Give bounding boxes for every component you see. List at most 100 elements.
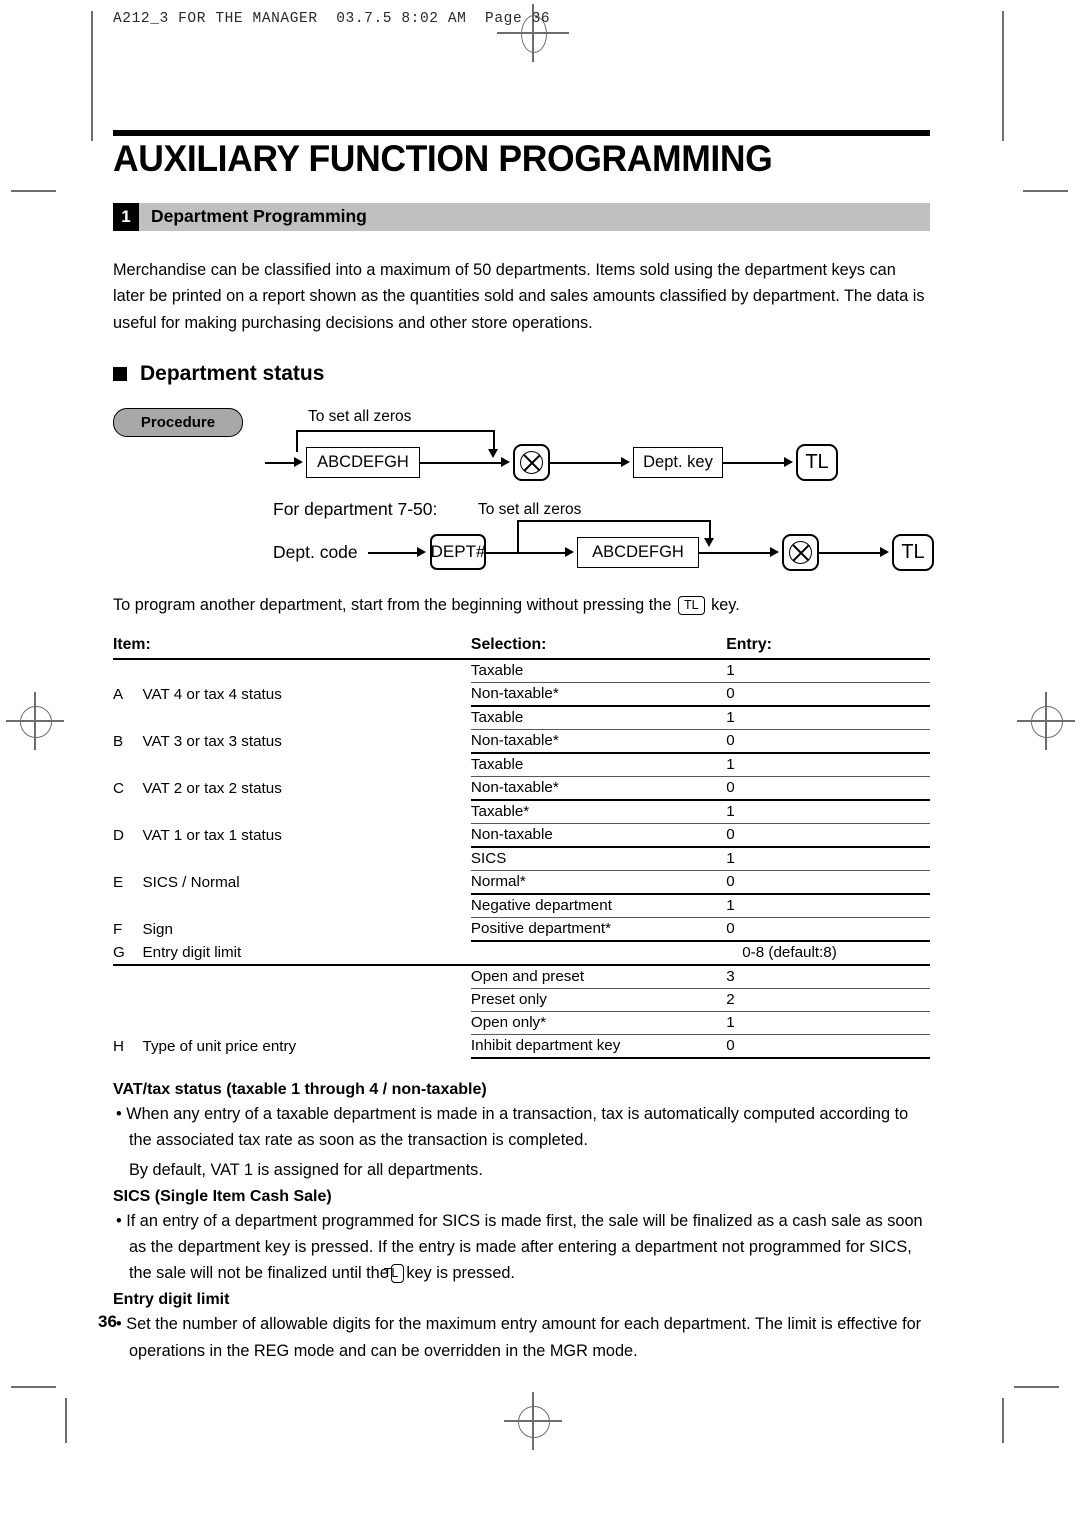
flow2-line-to-total bbox=[819, 552, 881, 554]
row-letter: A bbox=[113, 686, 124, 704]
flow1-multiply-key bbox=[513, 444, 550, 482]
flow1-bypass-left bbox=[296, 430, 298, 453]
flow1-zeros-note: To set all zeros bbox=[308, 408, 412, 426]
row-entry: 0 bbox=[726, 776, 930, 802]
row-selection: Inhibit department key bbox=[470, 1034, 727, 1060]
row-item: Type of unit price entry bbox=[142, 1038, 297, 1056]
row-entry: 0 bbox=[726, 682, 930, 708]
table-row: B VAT 3 or tax 3 status Taxable 1 bbox=[113, 706, 930, 750]
flow2-code-arrowhead bbox=[565, 546, 574, 557]
row-selection: Open only* bbox=[470, 1011, 727, 1036]
header-selection: Selection: bbox=[470, 634, 727, 661]
row-selection: Preset only bbox=[470, 988, 727, 1013]
section-number: 1 bbox=[113, 202, 139, 231]
flow1-bypass-top bbox=[296, 430, 494, 432]
flow1-total-arrowhead bbox=[784, 456, 793, 467]
title-rule bbox=[113, 130, 930, 136]
table-row: D VAT 1 or tax 1 status Taxable* 1 bbox=[113, 800, 930, 844]
row-entry: 0 bbox=[726, 823, 930, 849]
multiply-key-icon bbox=[520, 451, 543, 475]
crop-mark-bottom-right-vertical bbox=[1002, 1398, 1004, 1443]
row-entry: 0 bbox=[726, 729, 930, 755]
procedure-footnote-text-after: key. bbox=[711, 596, 740, 615]
row-selection: Normal* bbox=[470, 870, 727, 896]
registration-mark-right bbox=[1017, 692, 1075, 750]
row-item: VAT 2 or tax 2 status bbox=[142, 780, 282, 798]
row-selection: Non-taxable bbox=[470, 823, 727, 849]
flow1-multiply-arrowhead bbox=[501, 456, 510, 467]
flow2-bypass-arrowhead bbox=[704, 538, 714, 548]
note-bullet-sics-text-1: If an entry of a department programmed f… bbox=[126, 1212, 923, 1283]
table-row: G Entry digit limit 0-8 (default:8) bbox=[113, 941, 930, 967]
crop-mark-bottom-right-horizontal bbox=[1014, 1386, 1059, 1388]
flow2-line-to-multiply bbox=[699, 552, 771, 554]
row-letter: E bbox=[113, 874, 124, 892]
flow2-multiply-key bbox=[782, 534, 819, 572]
table-row: E SICS / Normal SICS 1 bbox=[113, 847, 930, 891]
total-key-inline-icon: TL bbox=[677, 596, 705, 615]
procedure-badge: Procedure bbox=[113, 408, 243, 438]
row-entry: 1 bbox=[726, 1011, 930, 1036]
bullet-square-icon bbox=[113, 367, 127, 382]
row-item: VAT 4 or tax 4 status bbox=[142, 686, 282, 704]
flow2-bypass-right bbox=[709, 520, 711, 541]
page-title: AUXILIARY FUNCTION PROGRAMMING bbox=[113, 138, 773, 179]
flow1-total-key: TL bbox=[796, 444, 838, 482]
table-row: A VAT 4 or tax 4 status Taxable 1 bbox=[113, 659, 930, 703]
crop-mark-bottom-left-vertical bbox=[65, 1398, 67, 1443]
row-entry: 0-8 (default:8) bbox=[726, 941, 930, 967]
note-heading-vat: VAT/tax status (taxable 1 through 4 / no… bbox=[113, 1081, 487, 1099]
multiply-key-icon bbox=[789, 541, 812, 565]
procedure-footnote-text-before: To program another department, start fro… bbox=[113, 596, 672, 615]
table-row: C VAT 2 or tax 2 status Taxable 1 bbox=[113, 753, 930, 797]
row-letter: G bbox=[113, 941, 143, 967]
flow2-dept-code-label: Dept. code bbox=[273, 542, 358, 563]
row-entry: 1 bbox=[726, 706, 930, 731]
crop-mark-bottom-left-horizontal bbox=[11, 1386, 56, 1388]
flow2-dept-number-key: DEPT# bbox=[430, 534, 486, 571]
row-entry: 0 bbox=[726, 1034, 930, 1060]
crop-mark-top-right-vertical bbox=[1002, 11, 1004, 141]
row-entry: 1 bbox=[726, 659, 930, 684]
flow2-code-box: ABCDEFGH bbox=[577, 537, 699, 569]
subsection-heading-label: Department status bbox=[140, 362, 325, 386]
row-item: SICS / Normal bbox=[142, 874, 240, 892]
note-heading-digit: Entry digit limit bbox=[113, 1291, 230, 1309]
row-entry: 1 bbox=[726, 894, 930, 919]
note-continuation-vat: By default, VAT 1 is assigned for all de… bbox=[129, 1161, 483, 1180]
row-letter: F bbox=[113, 921, 123, 939]
table-header-row: Item: Selection: Entry: bbox=[113, 634, 930, 661]
flow1-bypass-arrowhead bbox=[488, 449, 498, 459]
row-selection: Taxable bbox=[470, 659, 727, 684]
flow1-code-box: ABCDEFGH bbox=[306, 447, 420, 479]
row-entry: 1 bbox=[726, 847, 930, 872]
note-bullet-vat: • When any entry of a taxable department… bbox=[116, 1105, 909, 1150]
flow2-multiply-arrowhead bbox=[770, 546, 779, 557]
row-selection: Open and preset bbox=[470, 965, 727, 990]
row-entry: 2 bbox=[726, 988, 930, 1013]
note-bullet-digit: • Set the number of allowable digits for… bbox=[116, 1315, 922, 1360]
table-row: H Type of unit price entry Open and pres… bbox=[113, 965, 930, 1055]
row-entry: 0 bbox=[726, 870, 930, 896]
row-entry: 1 bbox=[726, 800, 930, 825]
row-item: VAT 1 or tax 1 status bbox=[142, 827, 282, 845]
row-selection: Positive department* bbox=[470, 917, 727, 943]
row-entry: 3 bbox=[726, 965, 930, 990]
section-intro-paragraph: Merchandise can be classified into a max… bbox=[113, 260, 925, 332]
row-item: VAT 3 or tax 3 status bbox=[142, 733, 282, 751]
row-selection: Non-taxable* bbox=[470, 776, 727, 802]
note-bullet-sics-text-2: key is pressed. bbox=[406, 1264, 515, 1283]
row-letter: D bbox=[113, 827, 124, 845]
flow1-line-to-deptkey bbox=[550, 462, 622, 464]
row-selection: Taxable* bbox=[470, 800, 727, 825]
row-selection: SICS bbox=[470, 847, 727, 872]
flow2-intro-label: For department 7-50: bbox=[273, 499, 438, 520]
row-letter: C bbox=[113, 780, 124, 798]
flow2-bypass-left bbox=[517, 520, 519, 553]
note-heading-sics: SICS (Single Item Cash Sale) bbox=[113, 1188, 332, 1206]
registration-mark-left bbox=[6, 692, 64, 750]
flow1-entry-line bbox=[265, 462, 295, 464]
page-number: 36 bbox=[98, 1312, 117, 1331]
flow2-total-key: TL bbox=[892, 534, 934, 572]
crop-mark-top-right-horizontal bbox=[1023, 190, 1068, 192]
